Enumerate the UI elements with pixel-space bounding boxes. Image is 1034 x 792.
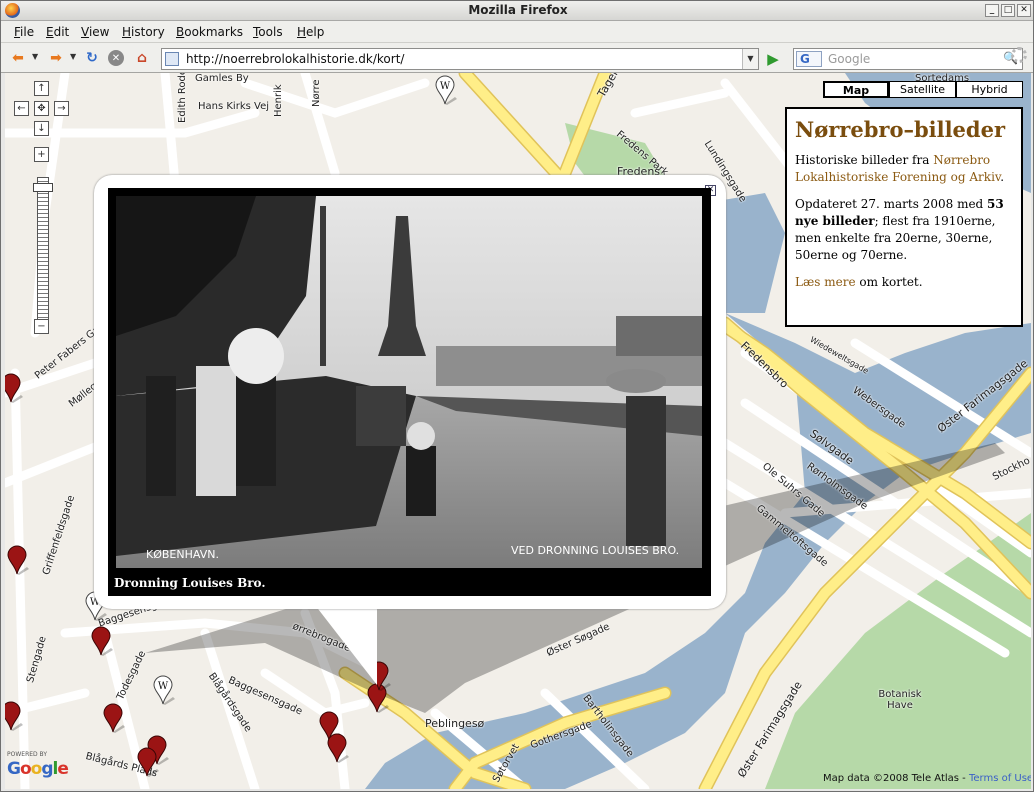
svg-text:W: W [440,81,451,92]
photo-marker-icon[interactable] [135,747,159,777]
map-canvas[interactable]: Gamles By Hans Kirks Vej Edith Rode Henr… [5,73,1031,789]
intro-end: . [1000,170,1005,184]
navigation-toolbar: ⬅ ▼ ➡ ▼ ↻ ✕ ⌂ http://noerrebrolokalhisto… [1,43,1033,73]
photo-text-left: KØBENHAVN. [146,548,219,561]
pan-up-button[interactable]: ↑ [34,81,49,96]
pan-down-button[interactable]: ↓ [34,121,49,136]
forward-dropdown-icon[interactable]: ▼ [70,52,76,61]
url-text[interactable]: http://noerrebrolokalhistorie.dk/kort/ [186,52,404,66]
minimize-button[interactable]: _ [985,4,999,17]
map-copyright: Map data ©2008 Tele Atlas - Terms of Use [823,773,1031,784]
menu-bookmarks[interactable]: Bookmarks [176,25,243,39]
search-box[interactable]: G Google 🔍 [793,48,1023,70]
info-window: ✕ [94,175,726,609]
menu-view[interactable]: View [81,25,109,39]
street-label: Henrik [273,84,284,117]
street-label: Peblingesø [425,717,485,730]
street-label: Gamles By [195,73,249,84]
photo-caption: Dronning Louises Bro. [114,576,266,590]
menu-tools[interactable]: Tools [253,25,283,39]
page-favicon-icon [165,52,179,66]
info-panel: Nørrebro–billeder Historiske billeder fr… [785,107,1023,327]
window-title: Mozilla Firefox [468,3,568,17]
panel-more: Læs mere om kortet. [795,274,1013,291]
street-label: Nørre [311,79,322,107]
panel-update: Opdateret 27. marts 2008 med 53 nye bill… [795,196,1013,264]
photo-marker-icon[interactable] [5,545,29,575]
svg-text:W: W [158,681,169,692]
powered-by-label: POWERED BY [7,751,48,758]
search-engine-google-icon[interactable]: G [796,51,822,67]
forward-arrow-icon[interactable]: ➡ [47,49,65,67]
map-type-hybrid-button[interactable]: Hybrid [956,81,1023,98]
menu-bar: File Edit View History Bookmarks Tools H… [1,21,1033,43]
copyright-text: Map data ©2008 Tele Atlas - [823,773,969,784]
home-icon[interactable]: ⌂ [133,49,151,67]
menu-file[interactable]: File [14,25,34,39]
menu-help[interactable]: Help [297,25,324,39]
street-label: Hans Kirks Vej [198,101,269,112]
stop-icon[interactable]: ✕ [108,50,124,66]
go-arrow-icon[interactable]: ▶ [763,49,783,69]
pan-left-button[interactable]: ← [14,101,29,116]
historic-photo[interactable]: KØBENHAVN. VED DRONNING LOUISES BRO. Dro… [108,188,711,596]
read-more-text: om kortet. [855,275,923,289]
menu-history[interactable]: History [122,25,165,39]
photo-marker-icon[interactable] [325,733,349,763]
back-dropdown-icon[interactable]: ▼ [32,52,38,61]
zoom-slider-handle[interactable] [33,183,53,192]
search-input[interactable]: Google [828,52,870,66]
pan-center-button[interactable]: ✥ [34,101,49,116]
photo-marker-icon[interactable] [5,701,23,731]
photo-image: KØBENHAVN. VED DRONNING LOUISES BRO. [116,196,702,568]
back-arrow-icon[interactable]: ⬅ [9,49,27,67]
street-label: Edith Rode [177,73,188,123]
photo-marker-icon[interactable] [367,661,391,691]
map-type-control: Map Satellite Hybrid [823,81,1023,99]
update-text: Opdateret 27. marts 2008 med [795,197,988,211]
wikipedia-marker-icon[interactable]: W [433,75,457,105]
close-button[interactable]: ✕ [1017,4,1031,17]
browser-window: Mozilla Firefox _ □ ✕ File Edit View His… [0,0,1034,792]
photo-text-right: VED DRONNING LOUISES BRO. [511,544,679,557]
read-more-link[interactable]: Læs mere [795,275,856,289]
wikipedia-marker-icon[interactable]: W [151,675,175,705]
panel-title: Nørrebro–billeder [795,117,1006,142]
title-bar: Mozilla Firefox _ □ ✕ [1,1,1033,21]
intro-text: Historiske billeder fra [795,153,934,167]
map-type-map-button[interactable]: Map [823,81,889,98]
zoom-slider-track[interactable] [37,177,49,327]
reload-icon[interactable]: ↻ [83,49,101,67]
photo-marker-icon[interactable] [101,703,125,733]
terms-of-use-link[interactable]: Terms of Use [969,773,1031,784]
map-zoom-control: ↑ ← ✥ → ↓ + − [11,81,75,341]
zoom-out-button[interactable]: − [34,319,49,334]
google-logo[interactable]: Google [7,759,69,779]
url-bar[interactable]: http://noerrebrolokalhistorie.dk/kort/ ▼ [161,48,759,70]
url-dropdown-icon[interactable]: ▼ [742,49,758,69]
menu-edit[interactable]: Edit [46,25,69,39]
map-type-satellite-button[interactable]: Satellite [889,81,956,98]
street-label: Botanisk Have [878,689,922,711]
photo-marker-icon[interactable] [5,373,23,403]
throbber-icon [1011,47,1027,63]
photo-marker-icon[interactable] [89,626,113,656]
maximize-button[interactable]: □ [1001,4,1015,17]
panel-intro: Historiske billeder fra Nørrebro Lokalhi… [795,152,1013,186]
pan-right-button[interactable]: → [54,101,69,116]
zoom-in-button[interactable]: + [34,147,49,162]
